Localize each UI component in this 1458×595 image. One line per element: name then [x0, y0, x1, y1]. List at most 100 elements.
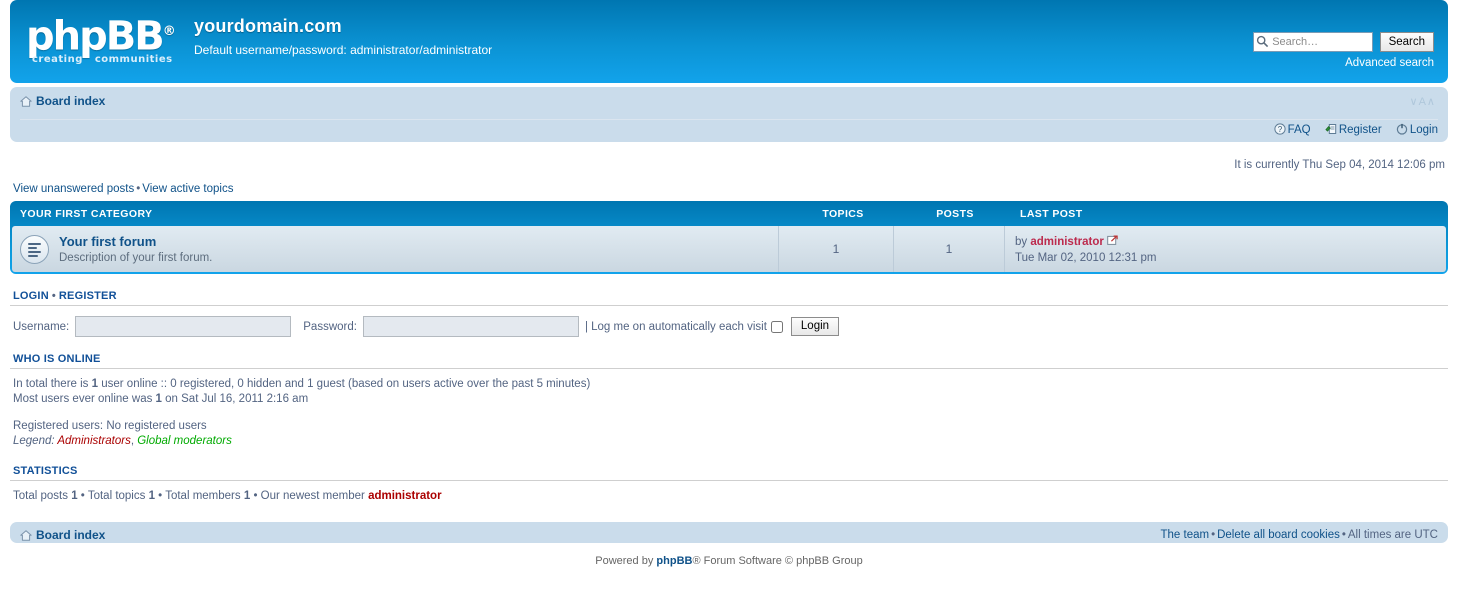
- column-header-topics: Topics: [822, 207, 864, 220]
- statistics-body: Total posts 1 • Total topics 1 • Total m…: [10, 481, 1448, 504]
- legend-administrators-link[interactable]: Administrators: [57, 435, 131, 447]
- total-topics-label: Total topics: [87, 490, 146, 502]
- site-tagline: Default username/password: administrator…: [194, 43, 493, 57]
- current-time: It is currently Thu Sep 04, 2014 12:06 p…: [1234, 159, 1445, 171]
- online-total-suffix: user online :: 0 registered, 0 hidden an…: [98, 378, 591, 390]
- who-is-online-body: In total there is 1 user online :: 0 reg…: [10, 369, 1448, 449]
- logo-tagline-separator: [83, 54, 95, 65]
- total-posts-value: 1: [71, 490, 78, 502]
- search-input[interactable]: [1253, 32, 1374, 52]
- nav-link-register-label: Register: [1338, 124, 1382, 136]
- forum-name-text-block: Your first forum Description of your fir…: [59, 234, 212, 265]
- login-register-heading: Login • Register: [10, 290, 1448, 306]
- top-navbar: Board index ∨A∧ ? FAQ Register Login: [10, 87, 1448, 142]
- footer-breadcrumb-label: Board index: [36, 528, 106, 542]
- footer-separator-2: •: [1341, 529, 1346, 541]
- total-topics-value: 1: [148, 490, 155, 502]
- forum-icon-lines: [28, 242, 41, 259]
- link-view-unanswered-posts[interactable]: View unanswered posts: [13, 183, 134, 195]
- footer-timezone: All times are UTC: [1347, 529, 1438, 541]
- breadcrumb-board-index-label: Board index: [36, 94, 106, 108]
- copyright-prefix: Powered by: [595, 555, 657, 567]
- footer-link-the-team[interactable]: The team: [1161, 529, 1210, 541]
- legend-global-moderators-link[interactable]: Global moderators: [137, 435, 232, 447]
- legend-line: Legend: Administrators, Global moderator…: [13, 434, 1448, 449]
- footer-link-delete-cookies[interactable]: Delete all board cookies: [1217, 529, 1340, 541]
- search-button[interactable]: Search: [1379, 32, 1434, 52]
- total-members-label: Total members: [165, 490, 241, 502]
- forum-table-header: Your first category Topics Posts Last po…: [12, 201, 1446, 226]
- password-label: Password:: [303, 320, 357, 333]
- forum-lastpost-cell: by administrator Tue Mar 02, 2010 12:31 …: [1004, 226, 1446, 272]
- online-total-line: In total there is 1 user online :: 0 reg…: [13, 377, 1448, 392]
- online-record-line: Most users ever online was 1 on Sat Jul …: [13, 392, 1448, 407]
- stats-separator-1: •: [80, 490, 85, 502]
- forum-description: Description of your first forum.: [59, 251, 213, 264]
- lastpost-by-prefix: by: [1015, 236, 1028, 248]
- statistics-heading: Statistics: [10, 465, 1448, 481]
- online-record-prefix: Most users ever online was: [13, 393, 156, 405]
- total-posts-label: Total posts: [13, 490, 68, 502]
- newest-member-link[interactable]: administrator: [368, 490, 442, 502]
- logo-tagline-left: creating: [32, 54, 83, 65]
- site-header: phpBB® creating communities yourdomain.c…: [10, 0, 1448, 83]
- login-power-icon: [1396, 123, 1408, 135]
- heading-login-link[interactable]: Login: [13, 290, 49, 302]
- nav-link-login[interactable]: Login: [1396, 123, 1438, 136]
- forum-topics-count: 1: [778, 226, 893, 272]
- username-input[interactable]: [75, 316, 292, 337]
- column-header-posts: Posts: [936, 207, 974, 220]
- who-is-online-heading: Who is online: [10, 353, 1448, 369]
- site-title-block: yourdomain.com Default username/password…: [194, 10, 492, 57]
- password-input[interactable]: [362, 316, 579, 337]
- forum-posts-count: 1: [893, 226, 1004, 272]
- breadcrumb-board-index[interactable]: Board index: [20, 94, 105, 108]
- lastpost-author-link[interactable]: administrator: [1030, 236, 1104, 248]
- legend-label: Legend:: [13, 435, 58, 447]
- autologin-checkbox[interactable]: [770, 320, 783, 333]
- change-font-size-control[interactable]: ∨A∧: [1410, 95, 1436, 108]
- header-search-box: Search Advanced search: [1253, 32, 1434, 69]
- stats-separator-2: •: [158, 490, 163, 502]
- link-view-active-topics[interactable]: View active topics: [142, 183, 233, 195]
- statistics-line: Total posts 1 • Total topics 1 • Total m…: [13, 489, 1448, 504]
- navbar-right-links: ? FAQ Register Login: [1263, 123, 1438, 136]
- category-title[interactable]: Your first category: [20, 208, 786, 220]
- footer-links: The team • Delete all board cookies • All ti…: [1161, 529, 1439, 541]
- login-submit-button[interactable]: Login: [790, 317, 840, 336]
- navbar-breadcrumb-row: Board index ∨A∧: [20, 87, 1438, 120]
- goto-last-post-icon[interactable]: [1107, 235, 1118, 246]
- stats-separator-3: •: [253, 490, 258, 502]
- total-members-value: 1: [243, 490, 251, 502]
- advanced-search-link[interactable]: Advanced search: [1253, 57, 1434, 69]
- heading-register-link[interactable]: Register: [59, 290, 117, 302]
- phpbb-logo[interactable]: phpBB® creating communities: [20, 10, 180, 72]
- faq-icon: ?: [1274, 123, 1286, 135]
- registered-trademark-icon: ®: [162, 24, 176, 39]
- home-icon: [20, 530, 32, 541]
- table-row: Your first forum Description of your fir…: [12, 226, 1446, 272]
- top-quick-links: View unanswered posts • View active topics: [10, 171, 1448, 201]
- phpbb-logo-wordmark: phpBB: [26, 13, 165, 60]
- online-total-prefix: In total there is: [13, 378, 92, 390]
- online-record-suffix: on Sat Jul 16, 2011 2:16 am: [161, 393, 309, 405]
- lastpost-time: Tue Mar 02, 2010 12:31 pm: [1015, 252, 1157, 264]
- nav-link-faq-label: FAQ: [1287, 124, 1311, 136]
- forum-title-link[interactable]: Your first forum: [59, 234, 212, 249]
- login-heading-separator: •: [51, 290, 56, 302]
- register-icon: [1325, 123, 1337, 135]
- autologin-label: | Log me on automatically each visit: [584, 320, 767, 333]
- nav-link-register[interactable]: Register: [1325, 123, 1382, 136]
- page-body: It is currently Thu Sep 04, 2014 12:06 p…: [10, 142, 1448, 504]
- site-name: yourdomain.com: [194, 16, 342, 36]
- footer-navbar: Board index The team • Delete all board co…: [10, 522, 1448, 543]
- site-description: phpBB® creating communities yourdomain.c…: [20, 10, 1027, 72]
- copyright-line: Powered by phpBB® Forum Software © phpBB…: [10, 543, 1448, 567]
- nav-link-faq[interactable]: ? FAQ: [1274, 123, 1311, 136]
- copyright-suffix: ® Forum Software © phpBB Group: [692, 555, 863, 567]
- registered-users-line: Registered users: No registered users: [13, 420, 207, 432]
- svg-text:?: ?: [1277, 125, 1282, 134]
- forum-category-block: Your first category Topics Posts Last po…: [10, 201, 1448, 274]
- footer-breadcrumb-board-index[interactable]: Board index: [20, 528, 105, 542]
- home-icon: [20, 96, 32, 107]
